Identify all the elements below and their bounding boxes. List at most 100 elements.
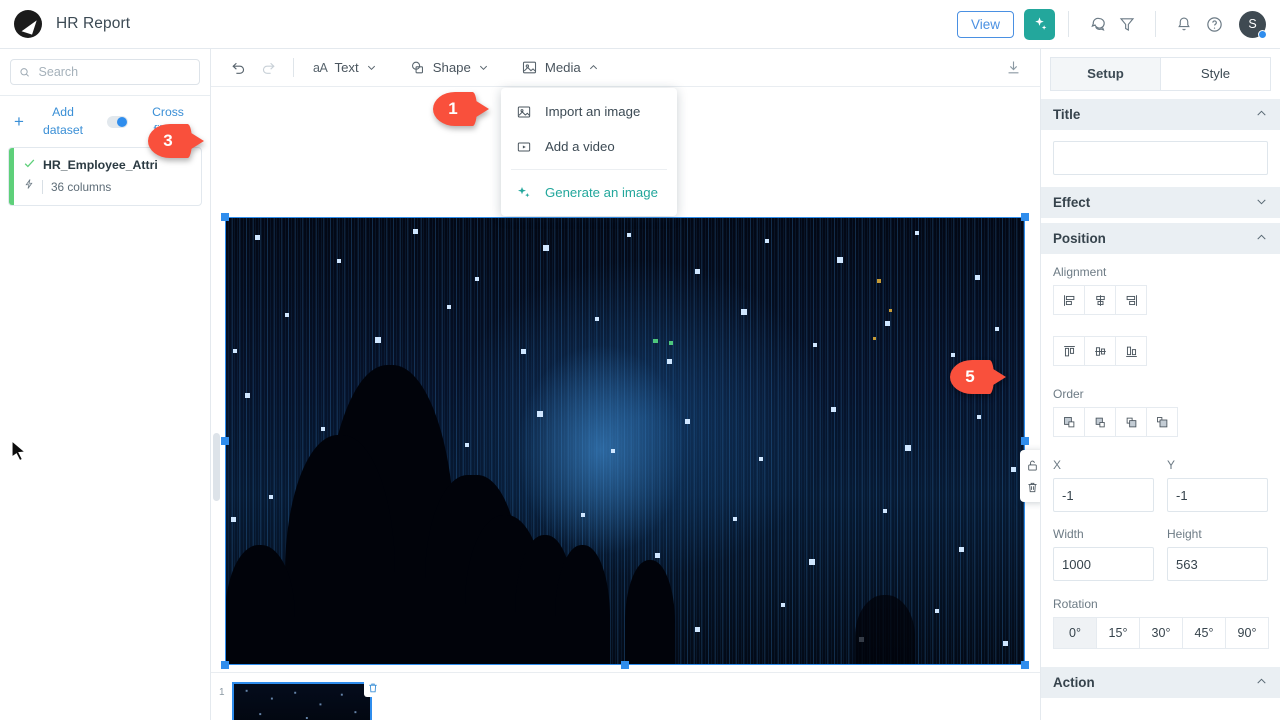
lightning-icon xyxy=(23,177,35,196)
rotation-option-15[interactable]: 15° xyxy=(1096,617,1140,649)
filter-icon[interactable] xyxy=(1112,9,1142,39)
image-icon xyxy=(517,106,531,117)
dataset-card-header: HR_Employee_Attri xyxy=(23,157,191,172)
annotation-marker-1: 1 xyxy=(433,92,489,126)
page-thumbnail[interactable] xyxy=(231,679,382,720)
delete-page-icon[interactable] xyxy=(363,679,382,697)
chevron-up-icon xyxy=(589,65,597,70)
app-logo-icon[interactable] xyxy=(14,10,42,38)
search-icon xyxy=(20,67,29,77)
bring-to-front-icon[interactable] xyxy=(1053,407,1085,437)
panel-tabs: Setup Style xyxy=(1041,49,1280,91)
bell-icon[interactable] xyxy=(1169,9,1199,39)
annotation-marker-5: 5 xyxy=(950,360,1006,394)
resize-handle-top-right[interactable] xyxy=(1021,213,1029,221)
ai-assist-button[interactable] xyxy=(1024,8,1055,40)
dataset-name: HR_Employee_Attri xyxy=(43,157,158,172)
menu-item-generate-an-image[interactable]: Generate an image xyxy=(501,175,677,210)
section-action-header[interactable]: Action xyxy=(1041,667,1280,698)
sparkle-icon xyxy=(518,186,530,197)
alignment-label: Alignment xyxy=(1053,265,1107,279)
resize-handle-bottom-center[interactable] xyxy=(621,661,629,669)
align-center-icon[interactable] xyxy=(1084,285,1116,315)
menu-item-add-a-video[interactable]: Add a video xyxy=(501,129,677,164)
search-box[interactable] xyxy=(10,59,200,85)
y-field-group: Y xyxy=(1167,458,1268,512)
send-to-back-icon[interactable] xyxy=(1146,407,1178,437)
comment-icon[interactable] xyxy=(1082,9,1112,39)
align-right-icon[interactable] xyxy=(1115,285,1147,315)
search-input[interactable] xyxy=(38,65,191,79)
delete-icon[interactable] xyxy=(1020,476,1040,498)
divider xyxy=(511,169,667,170)
tab-style[interactable]: Style xyxy=(1160,57,1271,91)
size-fields: Width Height xyxy=(1053,527,1268,581)
order-label: Order xyxy=(1053,387,1084,401)
canvas-image xyxy=(225,217,1025,665)
section-effect-header[interactable]: Effect xyxy=(1041,187,1280,218)
height-label: Height xyxy=(1167,527,1202,541)
align-bottom-icon[interactable] xyxy=(1115,336,1147,366)
width-input[interactable] xyxy=(1053,547,1154,581)
rotation-label: Rotation xyxy=(1053,597,1098,611)
shape-tool[interactable]: Shape xyxy=(400,56,498,79)
add-dataset-button[interactable]: Add dataset xyxy=(32,104,94,139)
rotation-option-45[interactable]: 45° xyxy=(1182,617,1226,649)
top-bar: HR Report View S xyxy=(0,0,1280,49)
redo-icon[interactable] xyxy=(253,53,283,83)
y-input[interactable] xyxy=(1167,478,1268,512)
rotation-option-30[interactable]: 30° xyxy=(1139,617,1183,649)
align-middle-icon[interactable] xyxy=(1084,336,1116,366)
bring-forward-icon[interactable] xyxy=(1084,407,1116,437)
selected-image-object[interactable] xyxy=(221,213,1040,669)
section-position-header[interactable]: Position xyxy=(1041,223,1280,254)
rotation-group: 0° 15° 30° 45° 90° xyxy=(1053,617,1269,649)
resize-handle-bottom-right[interactable] xyxy=(1021,661,1029,669)
avatar-initial: S xyxy=(1248,17,1257,31)
unlock-icon[interactable] xyxy=(1020,454,1040,476)
resize-handle-bottom-left[interactable] xyxy=(221,661,229,669)
mouse-cursor xyxy=(11,440,27,462)
width-label: Width xyxy=(1053,527,1084,541)
app-root: HR Report View S Search + Add dataset Cr… xyxy=(0,0,1280,720)
x-input[interactable] xyxy=(1053,478,1154,512)
align-left-icon[interactable] xyxy=(1053,285,1085,315)
align-top-icon[interactable] xyxy=(1053,336,1085,366)
annotation-number: 3 xyxy=(163,131,173,150)
plus-icon[interactable]: + xyxy=(6,113,32,130)
tab-setup[interactable]: Setup xyxy=(1050,57,1160,91)
chevron-down-icon xyxy=(479,65,487,70)
rotation-option-0[interactable]: 0° xyxy=(1053,617,1097,649)
y-label: Y xyxy=(1167,458,1176,472)
menu-item-import-an-image[interactable]: Import an image xyxy=(501,94,677,129)
avatar[interactable]: S xyxy=(1239,10,1267,39)
canvas-vertical-scrollbar[interactable] xyxy=(213,433,220,501)
view-button[interactable]: View xyxy=(956,10,1014,38)
search-container xyxy=(0,49,210,85)
section-title-header[interactable]: Title xyxy=(1041,99,1280,130)
page-title: HR Report xyxy=(56,15,131,32)
annotation-number: 5 xyxy=(965,367,975,386)
help-circle-icon[interactable] xyxy=(1199,9,1229,39)
shape-tool-label: Shape xyxy=(432,60,471,75)
rotation-option-90[interactable]: 90° xyxy=(1225,617,1269,649)
send-backward-icon[interactable] xyxy=(1115,407,1147,437)
resize-handle-middle-right[interactable] xyxy=(1021,437,1029,445)
text-tool[interactable]: aA Text xyxy=(304,57,386,78)
download-icon[interactable] xyxy=(998,53,1028,83)
menu-item-label: Add a video xyxy=(545,139,615,154)
resize-handle-middle-left[interactable] xyxy=(221,437,229,445)
status-dot xyxy=(1258,29,1267,39)
media-tool[interactable]: Media xyxy=(512,56,608,79)
thumbnail-lights xyxy=(245,689,356,719)
x-label: X xyxy=(1053,458,1062,472)
resize-handle-top-left[interactable] xyxy=(221,213,229,221)
annotation-number: 1 xyxy=(448,99,458,118)
topbar-actions: View S xyxy=(956,0,1280,48)
editor-toolbar: aA Text Shape Media xyxy=(211,49,1040,87)
canvas-area: aA Text Shape Media Import an image Add … xyxy=(211,49,1133,720)
title-input[interactable] xyxy=(1053,141,1268,175)
cross-filters-toggle[interactable] xyxy=(107,115,128,128)
undo-icon[interactable] xyxy=(223,53,253,83)
height-input[interactable] xyxy=(1167,547,1268,581)
